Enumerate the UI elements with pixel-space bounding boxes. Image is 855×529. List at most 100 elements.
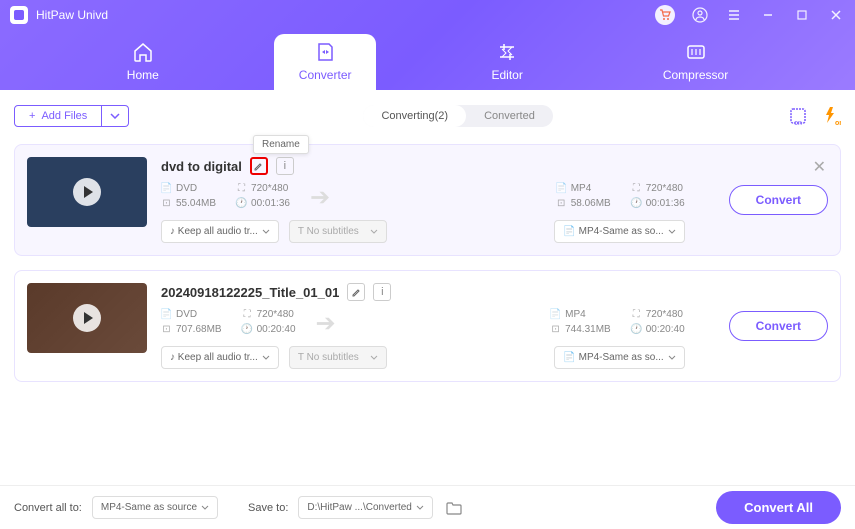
chevron-down-icon [668,229,676,234]
save-to-select[interactable]: D:\HitPaw ...\Converted [298,496,432,519]
save-to-path: D:\HitPaw ...\Converted [307,502,411,513]
file-icon: 📄 [161,183,172,194]
svg-text:on: on [835,120,841,127]
cart-icon[interactable] [655,5,675,25]
add-files-label: Add Files [41,110,87,122]
file-icon: 📄 [161,309,172,320]
nav-tabs: Home Converter Editor Compressor [0,30,855,90]
convert-all-to-label: Convert all to: [14,502,82,514]
out-size: 58.06MB [571,198,611,209]
play-icon [73,304,101,332]
clock-icon: 🕐 [631,324,642,335]
arrow-icon: ➔ [310,183,330,212]
in-dur: 00:20:40 [257,324,296,335]
rename-tooltip: Rename [253,135,309,154]
file-icon: 📄 [556,183,567,194]
center-tabs: Converting(2) Converted [363,105,552,127]
output-format-select[interactable]: 📄 MP4-Same as so... [554,220,684,243]
in-size: 55.04MB [176,198,216,209]
clock-icon: 🕐 [242,324,253,335]
rename-button[interactable] [250,157,268,175]
chevron-down-icon [370,355,378,360]
chevron-down-icon [262,229,270,234]
clock-icon: 🕐 [236,198,247,209]
resolution-icon: ⛶ [242,309,253,320]
file-name: dvd to digital [161,159,242,174]
editor-icon [495,40,519,64]
svg-text:on: on [794,120,802,127]
tab-converting[interactable]: Converting(2) [363,105,466,127]
file-name: 20240918122225_Title_01_01 [161,285,339,300]
rename-button[interactable] [347,283,365,301]
hardware-accel-icon[interactable]: on [819,105,841,127]
in-res: 720*480 [257,309,294,320]
subtitle-select[interactable]: T No subtitles [289,220,387,243]
video-thumbnail[interactable] [27,157,147,227]
nav-tab-converter[interactable]: Converter [274,34,377,90]
maximize-icon[interactable] [793,6,811,24]
minimize-icon[interactable] [759,6,777,24]
gpu-accel-icon[interactable]: on [787,105,809,127]
subtitle-sel-label: No subtitles [307,226,359,237]
chevron-down-icon [370,229,378,234]
add-files-dropdown[interactable] [102,105,129,127]
tab-converted[interactable]: Converted [466,105,553,127]
chevron-down-icon [668,355,676,360]
remove-file-button[interactable]: ✕ [813,157,826,177]
clock-icon: 🕐 [631,198,642,209]
out-size: 744.31MB [565,324,611,335]
nav-label: Editor [491,68,522,82]
menu-icon[interactable] [725,6,743,24]
convert-button[interactable]: Convert [729,311,828,341]
audio-track-select[interactable]: ♪ Keep all audio tr... [161,220,279,243]
nav-label: Converter [299,68,352,82]
user-icon[interactable] [691,6,709,24]
file-icon: 📄 [550,309,561,320]
size-icon: ⊡ [161,324,172,335]
size-icon: ⊡ [161,198,172,209]
subtitle-select[interactable]: T No subtitles [289,346,387,369]
toolbar: + Add Files Converting(2) Converted on o… [0,98,855,134]
size-icon: ⊡ [556,198,567,209]
nav-tab-home[interactable]: Home [102,34,184,90]
in-dur: 00:01:36 [251,198,290,209]
app-logo-icon [10,6,28,24]
convert-all-format-select[interactable]: MP4-Same as source [92,496,218,519]
file-item: 20240918122225_Title_01_01 i 📄DVD ⊡707.6… [14,270,841,382]
convert-all-sel-label: MP4-Same as source [101,502,197,513]
nav-label: Compressor [663,68,728,82]
out-sel-label: MP4-Same as so... [579,226,664,237]
add-files-button[interactable]: + Add Files [14,105,102,127]
audio-sel-label: Keep all audio tr... [178,352,258,363]
titlebar: HitPaw Univd [0,0,855,90]
convert-button[interactable]: Convert [729,185,828,215]
resolution-icon: ⛶ [236,183,247,194]
plus-icon: + [29,110,35,122]
out-dur: 00:01:36 [646,198,685,209]
chevron-down-icon [201,505,209,510]
chevron-down-icon [262,355,270,360]
play-icon [73,178,101,206]
nav-tab-compressor[interactable]: Compressor [638,34,753,90]
audio-track-select[interactable]: ♪ Keep all audio tr... [161,346,279,369]
arrow-icon: ➔ [316,309,336,338]
video-thumbnail[interactable] [27,283,147,353]
output-format-select[interactable]: 📄 MP4-Same as so... [554,346,684,369]
info-button[interactable]: i [373,283,391,301]
out-format: MP4 [571,183,592,194]
in-format: DVD [176,183,197,194]
info-button[interactable]: i [276,157,294,175]
subtitle-sel-label: No subtitles [307,352,359,363]
close-icon[interactable] [827,6,845,24]
titlebar-top: HitPaw Univd [0,0,855,30]
chevron-down-icon [110,113,120,119]
open-folder-button[interactable] [443,497,465,519]
in-size: 707.68MB [176,324,222,335]
audio-sel-label: Keep all audio tr... [178,226,258,237]
converter-icon [313,40,337,64]
save-to-label: Save to: [248,502,288,514]
convert-all-button[interactable]: Convert All [716,491,841,524]
app-title: HitPaw Univd [36,8,108,22]
out-res: 720*480 [646,183,683,194]
nav-tab-editor[interactable]: Editor [466,34,547,90]
